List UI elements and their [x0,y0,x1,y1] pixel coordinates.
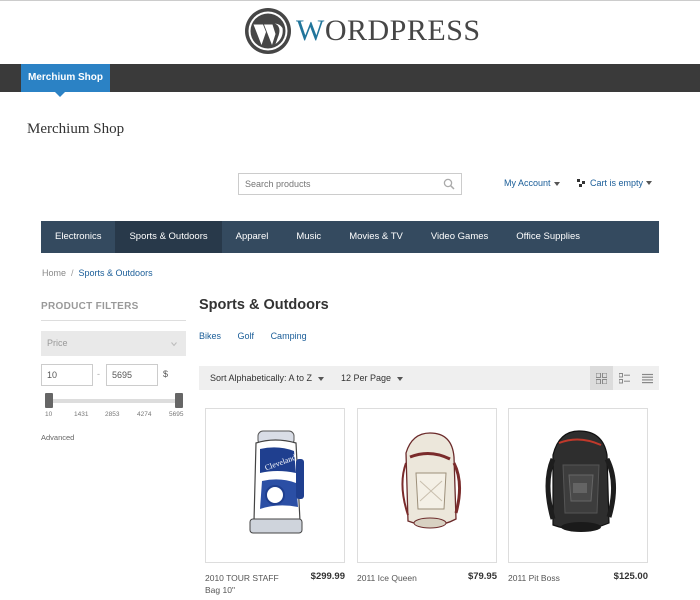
product-price: $299.99 [310,571,345,582]
slider-tick: 4274 [137,411,152,418]
subcategory-camping[interactable]: Camping [271,331,307,341]
subcategory-golf[interactable]: Golf [238,331,255,341]
product-price: $125.00 [613,571,648,582]
price-range-dash: - [97,369,100,379]
admin-bar-site-tab[interactable]: Merchium Shop [21,64,111,97]
golf-bag-image: Cleveland [249,430,304,534]
cart-label: Cart is empty [590,178,644,188]
product-image[interactable]: Cleveland [205,408,345,563]
price-slider-min-handle[interactable] [45,393,53,408]
list-grid-view-button[interactable] [613,366,636,390]
wordpress-wordmark: WORDPRESS [296,14,481,48]
wordmark-initial: W [296,14,325,47]
sort-dropdown[interactable]: Sort Alphabetically: A to Z [210,366,325,390]
price-slider-max-handle[interactable] [175,393,183,408]
list-grid-view-icon [619,372,630,383]
slider-tick: 2853 [105,411,120,418]
category-title: Sports & Outdoors [199,297,329,313]
product-name[interactable]: 2010 TOUR STAFF Bag 10" [205,572,289,596]
cart-icon [577,178,585,187]
per-page-label: 12 Per Page [341,373,392,383]
nav-item-music[interactable]: Music [282,221,335,253]
nav-item-office-supplies[interactable]: Office Supplies [502,221,594,253]
price-max-input[interactable]: 5695 [106,364,158,386]
site-header: WORDPRESS [0,0,700,64]
slider-tick: 1431 [74,411,89,418]
chevron-down-icon [318,376,325,381]
sort-label: Sort Alphabetically: A to Z [210,373,313,383]
chevron-down-icon [646,181,653,185]
product-card[interactable]: Cleveland 2010 TOUR STAFF Bag 10" $299.9… [205,408,345,595]
product-price: $79.95 [467,571,497,582]
advanced-filters-link[interactable]: Advanced [41,433,74,442]
sort-toolbar: Sort Alphabetically: A to Z 12 Per Page [199,366,659,390]
product-image[interactable] [357,408,497,563]
shop-title[interactable]: Merchium Shop [27,121,124,138]
black-backpack-image [545,430,616,532]
chevron-down-icon [171,342,177,347]
search-icon[interactable] [443,178,455,190]
price-filter-label: Price [47,338,68,348]
per-page-dropdown[interactable]: 12 Per Page [341,366,404,390]
white-backpack-image [401,432,461,529]
price-currency: $ [163,369,169,379]
filters-divider [41,320,186,321]
subcategory-bikes[interactable]: Bikes [199,331,221,341]
price-filter-toggle[interactable]: Price [41,331,186,356]
nav-item-apparel[interactable]: Apparel [222,221,283,253]
my-account-label: My Account [504,178,551,188]
cart-dropdown[interactable]: Cart is empty [577,178,653,188]
price-slider-track[interactable] [47,399,177,403]
chevron-down-icon [553,181,560,186]
subcategory-links: Bikes Golf Camping [199,331,321,341]
wordpress-logo[interactable]: WORDPRESS [244,7,481,55]
nav-item-electronics[interactable]: Electronics [41,221,115,253]
list-view-icon [642,373,653,383]
admin-bar: Merchium Shop [0,64,700,97]
search-box [238,173,462,195]
nav-item-video-games[interactable]: Video Games [417,221,502,253]
search-input[interactable] [239,174,429,194]
product-name[interactable]: 2011 Ice Queen [357,572,441,584]
breadcrumb-current[interactable]: Sports & Outdoors [79,268,153,278]
grid-view-button[interactable] [590,366,613,390]
product-image[interactable] [508,408,648,563]
product-filters-title: PRODUCT FILTERS [41,301,139,312]
nav-item-sports-outdoors[interactable]: Sports & Outdoors [115,221,222,253]
breadcrumb-home[interactable]: Home [42,268,66,278]
slider-tick: 10 [45,411,53,418]
list-view-button[interactable] [636,366,659,390]
product-card[interactable]: 2011 Ice Queen $79.95 [357,408,497,583]
price-min-input[interactable]: 10 [41,364,93,386]
nav-item-movies-tv[interactable]: Movies & TV [335,221,417,253]
product-card[interactable]: 2011 Pit Boss $125.00 [508,408,648,583]
breadcrumb: Home / Sports & Outdoors [42,268,153,278]
my-account-dropdown[interactable]: My Account [504,178,560,188]
breadcrumb-separator: / [71,268,74,278]
slider-tick: 5695 [169,411,184,418]
product-name[interactable]: 2011 Pit Boss [508,572,592,584]
grid-view-icon [596,372,607,384]
wordmark-rest: ORDPRESS [324,14,481,47]
main-category-nav: Electronics Sports & Outdoors Apparel Mu… [41,221,659,253]
wordpress-logo-icon [245,8,291,54]
chevron-down-icon [397,376,404,381]
